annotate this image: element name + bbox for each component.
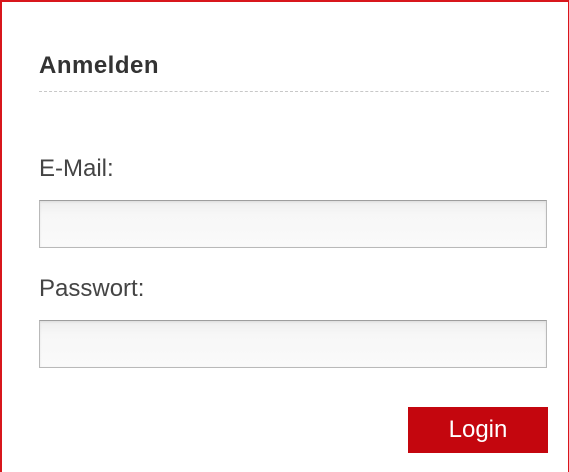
heading-divider	[39, 91, 549, 92]
email-label: E-Mail:	[39, 155, 114, 182]
login-heading: Anmelden	[39, 52, 160, 79]
login-button[interactable]: Login	[408, 407, 548, 453]
login-panel: Anmelden E-Mail: Passwort: Login	[0, 0, 569, 472]
email-field[interactable]	[39, 200, 547, 248]
password-field[interactable]	[39, 320, 547, 368]
password-label: Passwort:	[39, 275, 145, 302]
